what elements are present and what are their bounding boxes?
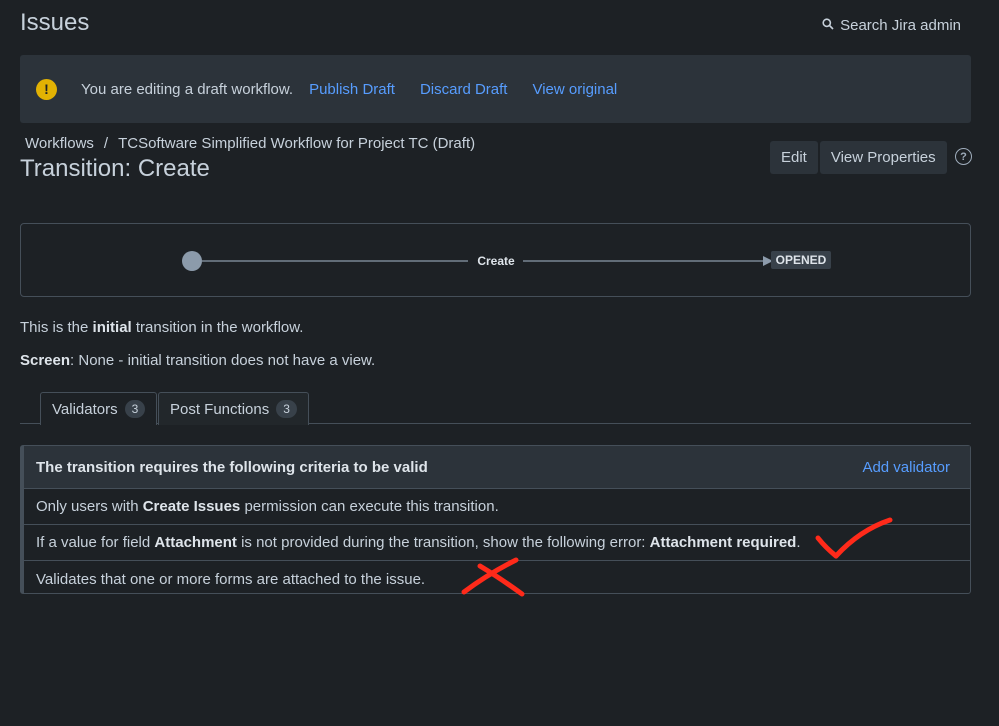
post-functions-count: 3 (276, 400, 297, 418)
screen-info: Screen: None - initial transition does n… (20, 352, 376, 369)
search-icon (822, 17, 834, 34)
breadcrumb-separator: / (103, 135, 109, 152)
banner-text: You are editing a draft workflow. (81, 80, 294, 98)
add-validator-link[interactable]: Add validator (862, 459, 950, 476)
search-jira-admin[interactable]: Search Jira admin (822, 17, 961, 34)
transition-diagram: Create OPENED (20, 223, 971, 297)
tab-post-functions[interactable]: Post Functions 3 (158, 392, 309, 425)
validators-header: The transition requires the following cr… (24, 446, 970, 489)
initial-transition-info: This is the initial transition in the wo… (20, 319, 304, 336)
tab-validators[interactable]: Validators 3 (40, 392, 158, 425)
transition-label[interactable]: Create (477, 254, 515, 268)
checkmark-annotation-icon (815, 517, 893, 559)
action-buttons: Edit View Properties (770, 141, 947, 174)
breadcrumb-current[interactable]: TCSoftware Simplified Workflow for Proje… (118, 135, 475, 152)
breadcrumb: Workflows / TCSoftware Simplified Workfl… (25, 135, 475, 152)
help-icon[interactable]: ? (955, 148, 972, 165)
breadcrumb-workflows[interactable]: Workflows (25, 135, 94, 152)
initial-node (182, 251, 202, 271)
transition-heading: Transition: Create (20, 155, 210, 182)
cross-annotation-icon (461, 557, 525, 597)
edit-button[interactable]: Edit (770, 141, 818, 174)
view-properties-button[interactable]: View Properties (819, 141, 947, 174)
discard-draft-link[interactable]: Discard Draft (420, 81, 508, 98)
page-title: Issues (20, 9, 90, 36)
publish-draft-link[interactable]: Publish Draft (309, 81, 395, 98)
validators-count: 3 (124, 400, 146, 418)
warning-icon: ! (36, 78, 57, 100)
draft-banner: ! You are editing a draft workflow. Publ… (20, 55, 971, 123)
search-label: Search Jira admin (840, 17, 961, 34)
status-opened[interactable]: OPENED (776, 253, 827, 267)
tab-bar: Validators 3 Post Functions 3 (20, 392, 971, 425)
view-original-link[interactable]: View original (532, 81, 617, 98)
